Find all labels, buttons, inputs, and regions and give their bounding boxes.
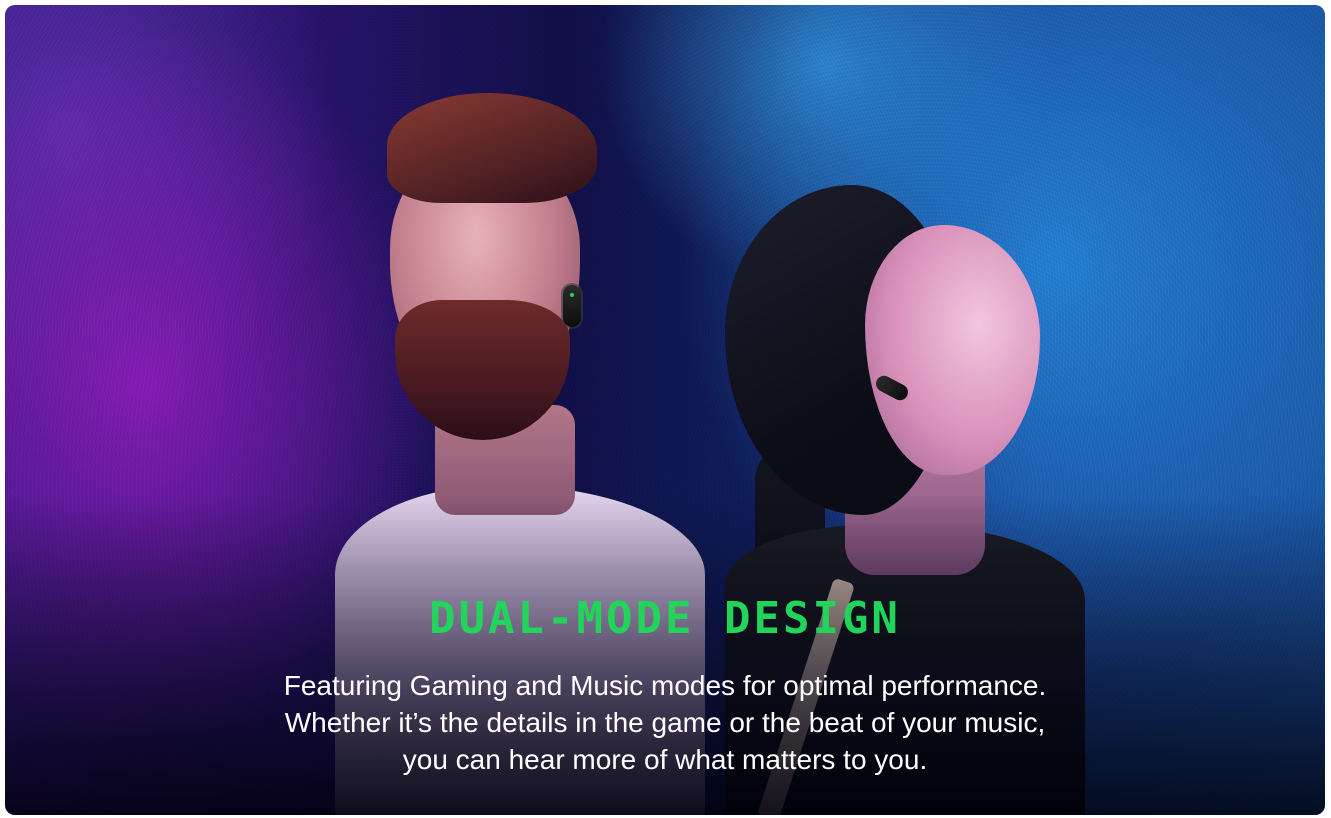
woman-face [865,225,1040,475]
earbud-icon [563,285,581,327]
description-line: Whether it’s the details in the game or … [284,707,1046,738]
feature-headline: DUAL-MODE DESIGN [429,593,901,644]
description-line: you can hear more of what matters to you… [402,744,928,775]
man-hair [387,93,597,203]
feature-description: Featuring Gaming and Music modes for opt… [165,667,1165,778]
description-line: Featuring Gaming and Music modes for opt… [283,670,1047,701]
feature-banner: DUAL-MODE DESIGN Featuring Gaming and Mu… [5,5,1325,815]
